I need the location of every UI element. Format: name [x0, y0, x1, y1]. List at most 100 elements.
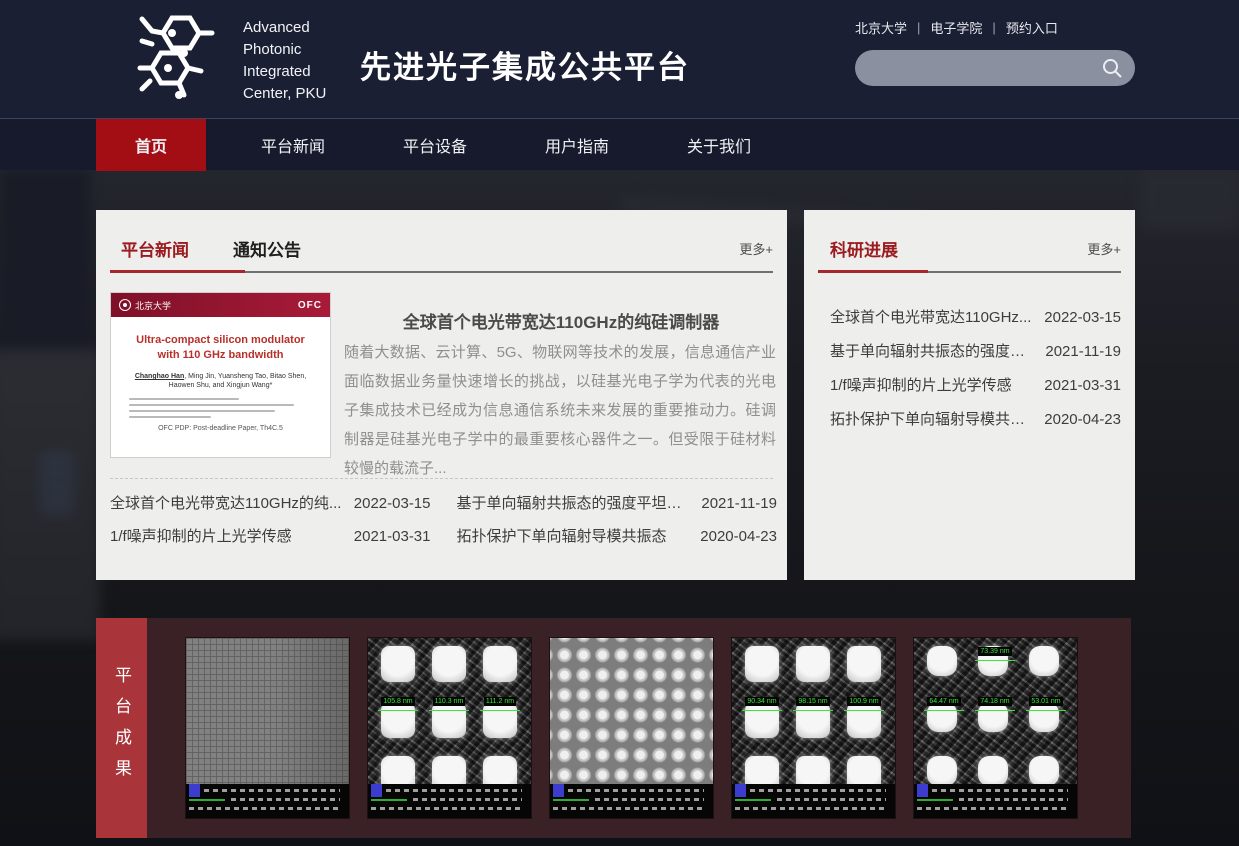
- sem-square: [381, 756, 415, 784]
- sem-square: [796, 756, 830, 784]
- nav-item-equipment[interactable]: 平台设备: [380, 119, 490, 171]
- link-divider: |: [917, 20, 920, 35]
- search-icon[interactable]: [1095, 51, 1129, 85]
- sem-logo-chip: [735, 784, 746, 797]
- news-list-item[interactable]: 基于单向辐射共振态的强度平坦相... 2021-11-19: [457, 492, 778, 513]
- measurement-label: 105.8 nm: [378, 690, 418, 711]
- measurement-label: 90.34 nm: [742, 690, 782, 711]
- sem-metadata-bar: [186, 784, 349, 818]
- slide-banner: 北京大学 OFC: [111, 293, 330, 317]
- nav-item-about[interactable]: 关于我们: [664, 119, 774, 171]
- research-item-title: 基于单向辐射共振态的强度平...: [830, 340, 1037, 361]
- nav-item-news[interactable]: 平台新闻: [238, 119, 348, 171]
- sem-metadata-bar: [550, 784, 713, 818]
- slide-university: 北京大学: [135, 299, 171, 312]
- sem-logo-chip: [189, 784, 200, 797]
- sem-faux-text: [932, 789, 1068, 792]
- link-reservation[interactable]: 预约入口: [1006, 18, 1058, 37]
- page-title: 先进光子集成公共平台: [360, 42, 690, 87]
- news-list-item[interactable]: 1/f噪声抑制的片上光学传感 2021-03-31: [110, 525, 431, 546]
- link-divider: |: [992, 20, 995, 35]
- sem-image-3[interactable]: [550, 638, 713, 818]
- sem-metadata-bar: [914, 784, 1077, 818]
- sem-scale-bar: [189, 799, 225, 801]
- sem-logo-chip: [553, 784, 564, 797]
- news-list: 全球首个电光带宽达110GHz的纯... 2022-03-15 基于单向辐射共振…: [110, 492, 777, 546]
- nav-item-guide[interactable]: 用户指南: [522, 119, 632, 171]
- sem-faux-text: [189, 807, 340, 810]
- logo-english-text: Advanced Photonic Integrated Center, PKU: [243, 17, 326, 105]
- measurement-label: 64.47 nm: [924, 690, 964, 711]
- slide-title: Ultra-compact silicon modulator with 110…: [111, 333, 330, 363]
- sem-faux-text: [231, 798, 340, 801]
- measurement-label: 98.15 nm: [793, 690, 833, 711]
- sem-faux-text: [917, 807, 1068, 810]
- sem-micrograph: 90.34 nm 98.15 nm 100.9 nm: [732, 638, 895, 784]
- achievements-strip: 105.8 nm 110.3 nm 111.2 nm: [147, 618, 1131, 838]
- news-more-link[interactable]: 更多+: [739, 239, 773, 258]
- search-box: [855, 50, 1135, 86]
- research-title-underline: [818, 270, 928, 273]
- tab-notices[interactable]: 通知公告: [233, 236, 301, 261]
- slide-author-lead: Changhao Han: [135, 373, 184, 380]
- link-pku[interactable]: 北京大学: [855, 18, 907, 37]
- sem-faux-text: [413, 798, 522, 801]
- news-tabs: 平台新闻 通知公告: [121, 236, 345, 261]
- tab-platform-news[interactable]: 平台新闻: [121, 236, 189, 261]
- sem-image-5[interactable]: 73.39 nm 64.47 nm 74.18 nm 53.01 nm: [914, 638, 1077, 818]
- sem-square: [483, 646, 517, 682]
- sem-faux-text: [568, 789, 704, 792]
- research-list-item[interactable]: 全球首个电光带宽达110GHz... 2022-03-15: [830, 306, 1121, 327]
- sem-square: [978, 756, 1008, 784]
- background-shape: [40, 455, 74, 515]
- sem-micrograph: [186, 638, 349, 784]
- research-panel: 科研进展 更多+ 全球首个电光带宽达110GHz... 2022-03-15 基…: [804, 210, 1135, 580]
- measurement-label: 73.39 nm: [975, 640, 1015, 661]
- sem-faux-text: [750, 789, 886, 792]
- news-list-item[interactable]: 拓扑保护下单向辐射导模共振态 2020-04-23: [457, 525, 778, 546]
- sem-square: [381, 646, 415, 682]
- research-list-item[interactable]: 拓扑保护下单向辐射导模共振... 2020-04-23: [830, 408, 1121, 429]
- research-more-link[interactable]: 更多+: [1087, 239, 1121, 258]
- measurement-label: 74.18 nm: [975, 690, 1015, 711]
- sem-square: [432, 756, 466, 784]
- sem-faux-text: [735, 807, 886, 810]
- site-logo-icon[interactable]: [128, 11, 228, 107]
- sem-image-2[interactable]: 105.8 nm 110.3 nm 111.2 nm: [368, 638, 531, 818]
- pku-seal-icon: [119, 299, 131, 311]
- sem-image-1[interactable]: [186, 638, 349, 818]
- ofc-badge: OFC: [298, 300, 322, 311]
- sem-square: [847, 646, 881, 682]
- background-shape: [0, 170, 90, 370]
- achievements-tab[interactable]: 平台成果: [96, 618, 147, 838]
- news-item-title: 全球首个电光带宽达110GHz的纯...: [110, 492, 341, 513]
- sem-logo-chip: [917, 784, 928, 797]
- sem-faux-text: [777, 798, 886, 801]
- pku-seal-and-name: 北京大学: [119, 299, 171, 312]
- logo-line: Advanced: [243, 17, 326, 39]
- achievements-tab-label: 平台成果: [109, 666, 134, 790]
- news-list-item[interactable]: 全球首个电光带宽达110GHz的纯... 2022-03-15: [110, 492, 431, 513]
- sem-scale-bar: [917, 799, 953, 801]
- research-list-item[interactable]: 基于单向辐射共振态的强度平... 2021-11-19: [830, 340, 1121, 361]
- nav-item-home[interactable]: 首页: [96, 119, 206, 171]
- active-tab-underline: [110, 270, 245, 273]
- research-item-title: 1/f噪声抑制的片上光学传感: [830, 374, 1012, 395]
- sem-image-4[interactable]: 90.34 nm 98.15 nm 100.9 nm: [732, 638, 895, 818]
- search-input[interactable]: [855, 50, 1095, 86]
- featured-article-title[interactable]: 全球首个电光带宽达110GHz的纯硅调制器: [346, 308, 776, 333]
- sem-metadata-bar: [368, 784, 531, 818]
- featured-news-thumbnail[interactable]: 北京大学 OFC Ultra-compact silicon modulator…: [110, 292, 331, 458]
- sem-faux-text: [386, 789, 522, 792]
- slide-author-rest: , Ming Jin, Yuansheng Tao, Bitao Shen, H…: [169, 373, 307, 389]
- research-item-title: 拓扑保护下单向辐射导模共振...: [830, 408, 1036, 429]
- research-list: 全球首个电光带宽达110GHz... 2022-03-15 基于单向辐射共振态的…: [830, 306, 1121, 442]
- sem-scale-bar: [371, 799, 407, 801]
- fine-print-line: [129, 398, 239, 400]
- background-shape: [1140, 170, 1239, 230]
- measurement-label: 100.9 nm: [844, 690, 884, 711]
- slide-authors: Changhao Han, Ming Jin, Yuansheng Tao, B…: [111, 372, 330, 390]
- link-school[interactable]: 电子学院: [930, 18, 982, 37]
- measurement-label: 111.2 nm: [480, 690, 520, 711]
- research-list-item[interactable]: 1/f噪声抑制的片上光学传感 2021-03-31: [830, 374, 1121, 395]
